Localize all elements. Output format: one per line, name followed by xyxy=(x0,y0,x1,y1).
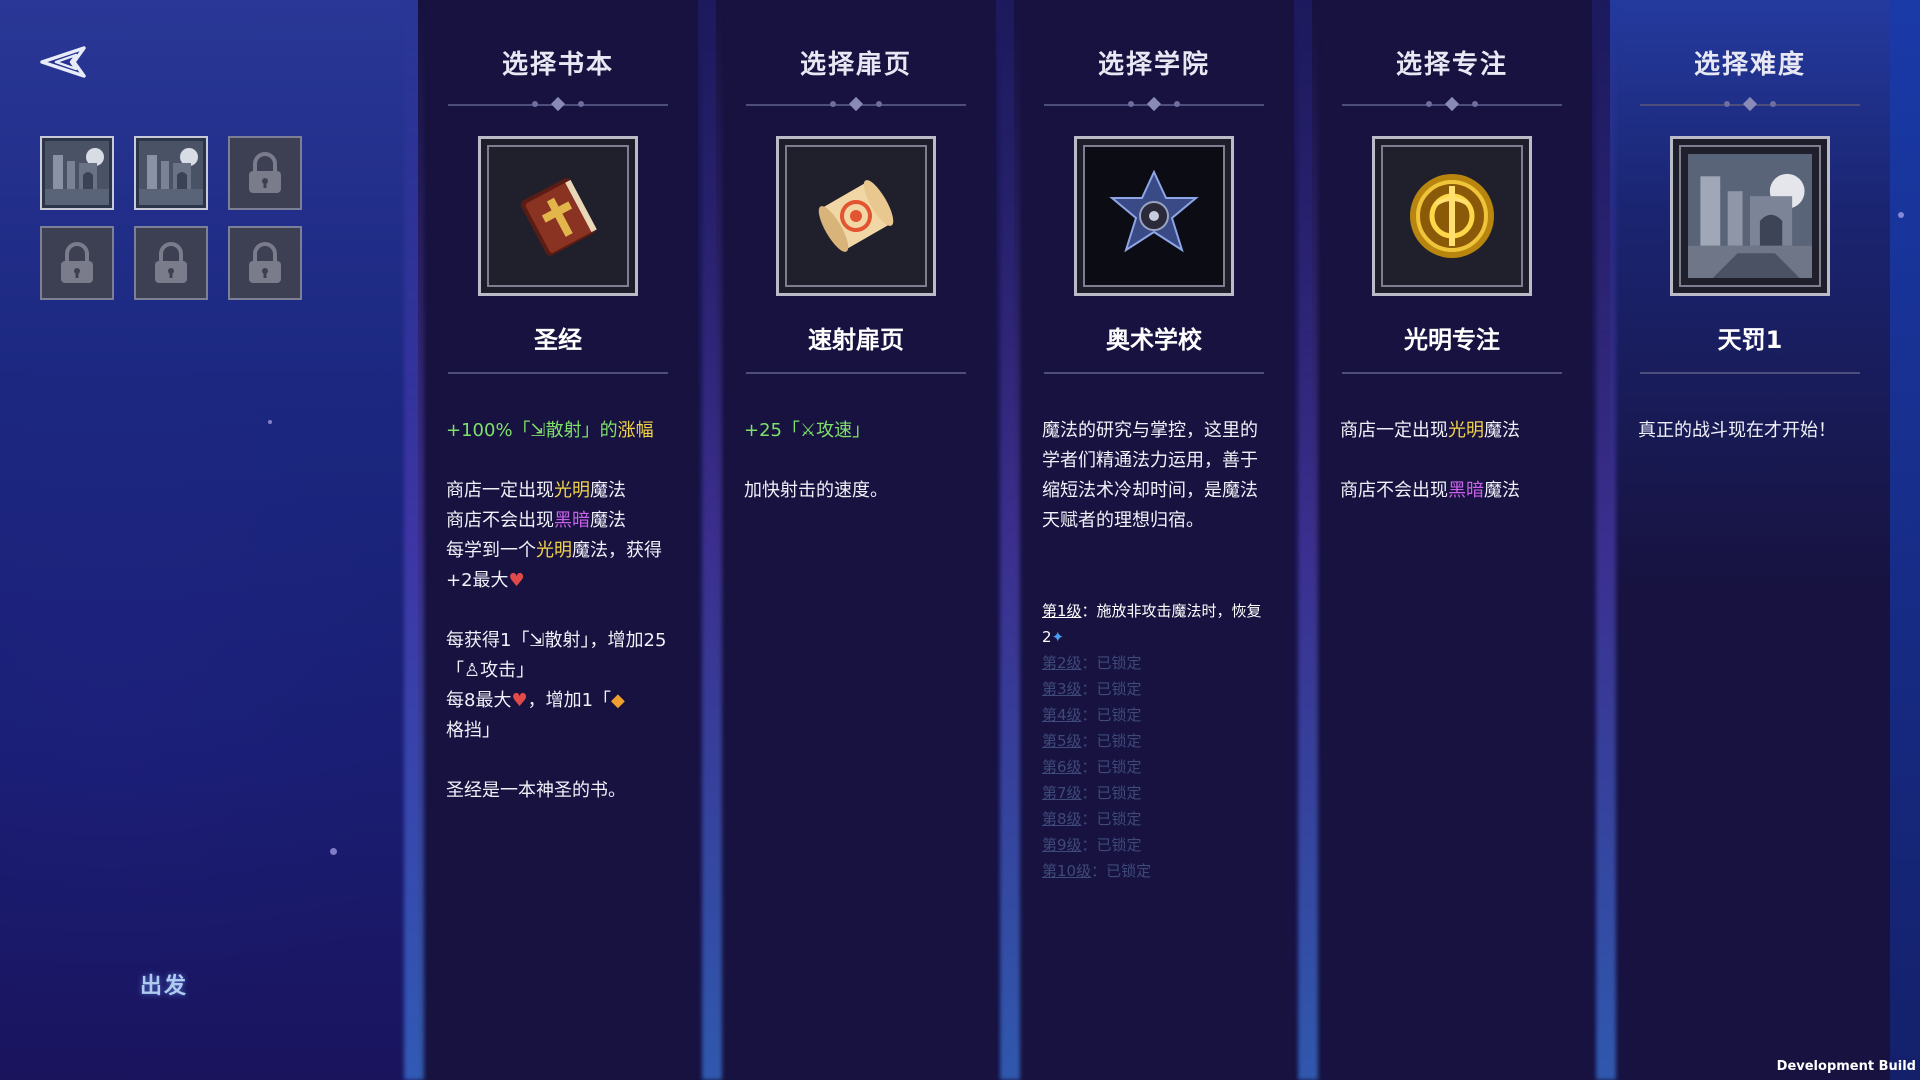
castle-ruins-icon xyxy=(139,141,203,205)
section-divider xyxy=(746,372,966,374)
level-item: 第9级：已锁定 xyxy=(1042,836,1142,854)
book-description: +100%「⇲散射」的涨幅 商店一定出现光明魔法 商店不会出现黑暗魔法 每学到一… xyxy=(446,420,667,801)
column-title: 选择学院 xyxy=(1097,50,1210,80)
scatter-icon: ⇲ xyxy=(529,630,545,651)
school-description: 魔法的研究与掌控，这里的学者们精通法力运用，善于缩短法术冷却时间，是魔法天赋者的… xyxy=(1042,420,1258,531)
level-item: 第10级：已锁定 xyxy=(1042,862,1152,880)
focus-column: 选择专注 光明专注 商店一定出现光明魔法 商店不会出现黑暗魔法 xyxy=(1312,0,1592,1080)
arcane-star-icon xyxy=(1109,169,1199,253)
slot-filled[interactable] xyxy=(40,136,114,210)
book-column: 选择书本 圣经 +100%「⇲散射」的涨幅 商店一定出现光明魔法 商店不会出现黑… xyxy=(418,0,698,1080)
lock-icon xyxy=(155,242,187,283)
level-item: 第4级：已锁定 xyxy=(1042,706,1142,724)
selected-book-name: 圣经 xyxy=(534,326,582,354)
section-divider xyxy=(1342,372,1562,374)
focus-card[interactable] xyxy=(1372,136,1532,296)
selected-page-name: 速射扉页 xyxy=(808,326,904,354)
castle-ruins-icon xyxy=(45,141,109,205)
development-build-label: Development Build xyxy=(1776,1059,1916,1074)
school-level-list: 第1级：施放非攻击魔法时，恢复2✦ 第2级：已锁定 第3级：已锁定 第4级：已锁… xyxy=(1042,598,1274,884)
slot-locked[interactable] xyxy=(40,226,114,300)
title-divider xyxy=(1342,96,1562,112)
slot-filled[interactable] xyxy=(134,136,208,210)
loadout-slot-grid xyxy=(40,136,306,300)
selected-focus-name: 光明专注 xyxy=(1404,326,1500,354)
difficulty-description: 真正的战斗现在才开始！ xyxy=(1638,420,1836,441)
level-item: 第3级：已锁定 xyxy=(1042,680,1142,698)
title-divider xyxy=(746,96,966,112)
particle xyxy=(330,848,337,855)
light-emblem-icon xyxy=(1410,174,1494,258)
slot-locked[interactable] xyxy=(228,136,302,210)
column-title: 选择专注 xyxy=(1395,50,1508,80)
section-divider xyxy=(448,372,668,374)
selected-school-name: 奥术学校 xyxy=(1106,326,1202,354)
slot-locked[interactable] xyxy=(134,226,208,300)
level-item: 第5级：已锁定 xyxy=(1042,732,1142,750)
scroll-icon xyxy=(818,180,894,252)
back-arrow-icon xyxy=(40,46,86,78)
difficulty-column: 选择难度 天罚1 真正的战斗现在才开始！ xyxy=(1610,0,1890,1080)
column-title: 选择扉页 xyxy=(799,50,912,80)
attack-icon: ♙ xyxy=(464,660,481,681)
heart-icon: ♥ xyxy=(511,690,528,711)
focus-description: 商店一定出现光明魔法 商店不会出现黑暗魔法 xyxy=(1340,420,1520,501)
back-button[interactable] xyxy=(40,44,90,80)
slot-locked[interactable] xyxy=(228,226,302,300)
book-card[interactable] xyxy=(478,136,638,296)
block-icon: ◆ xyxy=(611,690,625,711)
bible-icon xyxy=(520,178,597,256)
title-divider xyxy=(1044,96,1264,112)
selected-difficulty-name: 天罚1 xyxy=(1717,326,1783,354)
section-divider xyxy=(1044,372,1264,374)
mana-icon: ✦ xyxy=(1051,628,1065,646)
difficulty-card[interactable] xyxy=(1670,136,1830,296)
level-item: 第7级：已锁定 xyxy=(1042,784,1142,802)
section-divider xyxy=(1640,372,1860,374)
column-title: 选择书本 xyxy=(501,50,614,80)
school-column: 选择学院 奥术学校 魔法的研究与掌控，这里的学者们精通法力运用，善于缩短法术冷却… xyxy=(1014,0,1294,1080)
level-item: 第6级：已锁定 xyxy=(1042,758,1142,776)
castle-ruins-icon xyxy=(1688,154,1812,278)
lock-icon xyxy=(249,242,281,283)
school-card[interactable] xyxy=(1074,136,1234,296)
title-divider xyxy=(1640,96,1860,112)
right-edge-glow xyxy=(1890,0,1920,1080)
level-item: 第1级：施放非攻击魔法时，恢复2✦ xyxy=(1042,602,1262,646)
page-card[interactable] xyxy=(776,136,936,296)
page-description: +25「⚔攻速」 加快射击的速度。 xyxy=(744,420,888,501)
particle xyxy=(1898,212,1904,218)
attack-speed-icon: ⚔ xyxy=(800,420,817,441)
page-column: 选择扉页 速射扉页 +25「⚔攻速」 加快射击的速度。 xyxy=(716,0,996,1080)
title-divider xyxy=(448,96,668,112)
particle xyxy=(268,420,272,424)
heart-icon: ♥ xyxy=(508,570,525,591)
level-item: 第8级：已锁定 xyxy=(1042,810,1142,828)
depart-button[interactable]: 出发 xyxy=(140,968,188,1000)
level-item: 第2级：已锁定 xyxy=(1042,654,1142,672)
lock-icon xyxy=(249,152,281,193)
game-screen: 出发 选择书本 圣经 +100%「⇲散射」的涨幅 商店一定出现光明魔法 商店不会… xyxy=(0,0,1920,1080)
lock-icon xyxy=(61,242,93,283)
column-title: 选择难度 xyxy=(1693,50,1806,80)
scatter-icon: ⇲ xyxy=(530,420,546,441)
